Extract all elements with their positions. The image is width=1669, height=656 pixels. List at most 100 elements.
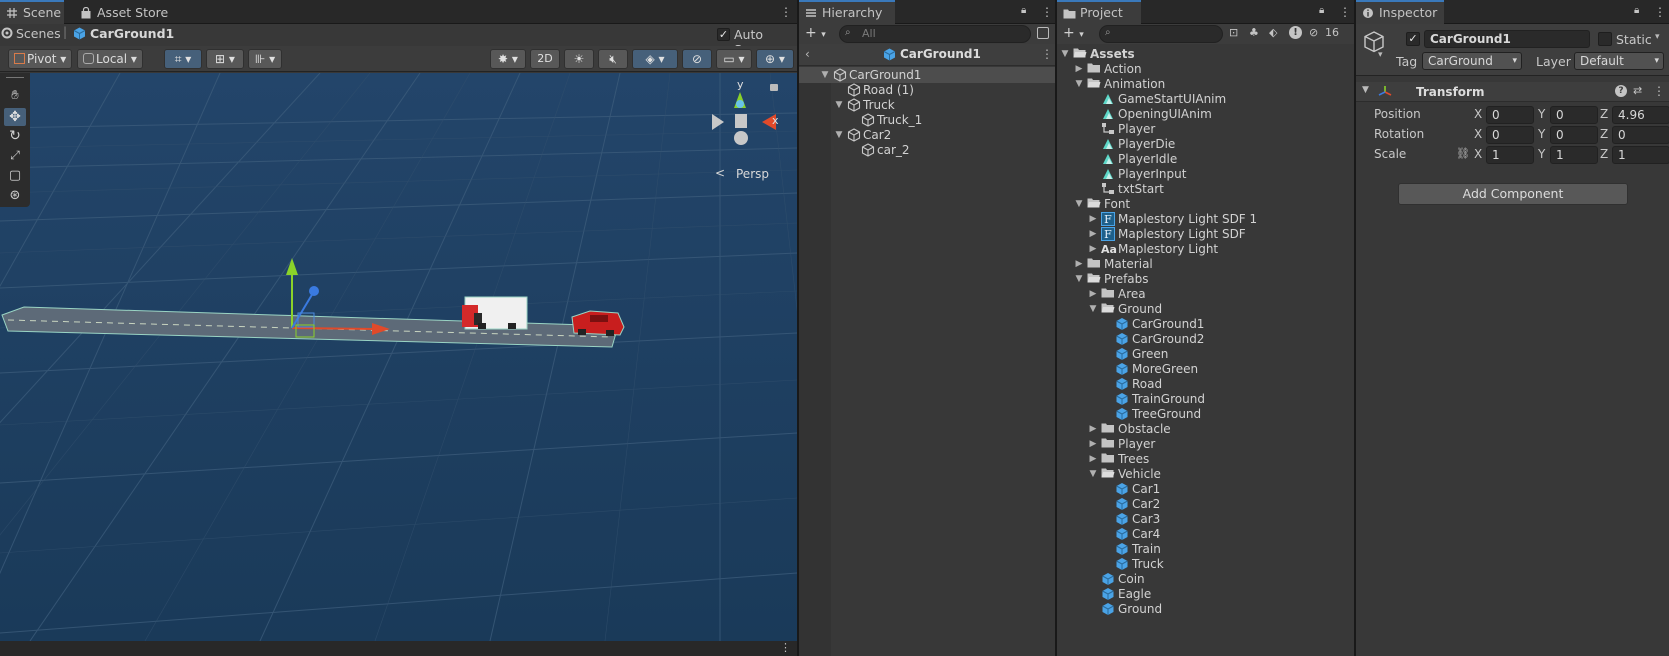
hierarchy-item[interactable]: car_2 bbox=[799, 142, 1055, 158]
breadcrumb-current[interactable]: CarGround1 bbox=[90, 26, 174, 41]
foldout-arrow-icon[interactable]: ▶ bbox=[1087, 241, 1099, 257]
rotation-x-field[interactable]: 0 bbox=[1486, 126, 1534, 144]
tab-inspector[interactable]: Inspector bbox=[1356, 0, 1444, 24]
hierarchy-lock-icon[interactable]: 🔒︎ bbox=[1021, 5, 1026, 16]
position-y-field[interactable]: 0 bbox=[1550, 106, 1598, 124]
tools-drag-handle[interactable] bbox=[6, 77, 24, 78]
tab-scene[interactable]: Scene bbox=[0, 0, 64, 24]
foldout-arrow-icon[interactable]: ▼ bbox=[833, 97, 845, 113]
project-item[interactable]: Ground bbox=[1057, 601, 1354, 617]
project-item[interactable]: txtStart bbox=[1057, 181, 1354, 197]
increment-snap-button[interactable]: ⊪ ▾ bbox=[248, 49, 282, 69]
project-item[interactable]: Car1 bbox=[1057, 481, 1354, 497]
foldout-arrow-icon[interactable]: ▶ bbox=[1073, 61, 1085, 77]
tab-asset-store[interactable]: Asset Store bbox=[74, 0, 178, 24]
hierarchy-item[interactable]: Road (1) bbox=[799, 82, 1055, 98]
project-item[interactable]: ▼ Prefabs bbox=[1057, 271, 1354, 287]
hierarchy-item[interactable]: Truck_1 bbox=[799, 112, 1055, 128]
transform-foldout-arrow-icon[interactable]: ▼ bbox=[1362, 85, 1369, 95]
foldout-arrow-icon[interactable]: ▼ bbox=[1073, 271, 1085, 287]
project-item[interactable]: Player bbox=[1057, 121, 1354, 137]
foldout-arrow-icon[interactable]: ▶ bbox=[1087, 451, 1099, 467]
foldout-arrow-icon[interactable]: ▼ bbox=[833, 127, 845, 143]
project-item[interactable]: Green bbox=[1057, 346, 1354, 362]
project-item[interactable]: Road bbox=[1057, 376, 1354, 392]
project-add-button[interactable]: + ▾ bbox=[1063, 25, 1084, 41]
object-name-field[interactable]: CarGround1 bbox=[1424, 30, 1590, 48]
move-tool-icon[interactable]: ✥ bbox=[4, 108, 26, 126]
project-item[interactable]: ▶ Material bbox=[1057, 256, 1354, 272]
project-item[interactable]: ▼ Vehicle bbox=[1057, 466, 1354, 482]
static-dropdown-chevron-icon[interactable]: ▾ bbox=[1655, 32, 1660, 42]
debug-draw-mode-button[interactable]: ✸ ▾ bbox=[490, 49, 526, 69]
hierarchy-item[interactable]: ▼ Truck bbox=[799, 97, 1055, 113]
grid-visibility-button[interactable]: ⊞ ▾ bbox=[206, 49, 244, 69]
add-component-button[interactable]: Add Component bbox=[1398, 183, 1628, 205]
mode-2d-button[interactable]: 2D bbox=[530, 49, 560, 69]
foldout-arrow-icon[interactable]: ▶ bbox=[1087, 436, 1099, 452]
rotation-y-field[interactable]: 0 bbox=[1550, 126, 1598, 144]
project-item[interactable]: ▶ F Maplestory Light SDF bbox=[1057, 226, 1354, 242]
position-x-field[interactable]: 0 bbox=[1486, 106, 1534, 124]
project-lock-icon[interactable]: 🔒︎ bbox=[1319, 5, 1324, 16]
scene-viewport[interactable]: ✋︎ ✥ ↻ ⤢ ▢ ⊛ y x Persp < bbox=[0, 73, 797, 641]
rect-tool-icon[interactable]: ▢ bbox=[4, 168, 26, 186]
scale-z-field[interactable]: 1 bbox=[1612, 146, 1669, 164]
foldout-arrow-icon[interactable]: ▼ bbox=[1059, 46, 1071, 62]
breadcrumb-root[interactable]: Scenes bbox=[16, 26, 61, 41]
scale-tool-icon[interactable]: ⤢ bbox=[4, 148, 26, 166]
project-item[interactable]: ▶ Aa Maplestory Light bbox=[1057, 241, 1354, 257]
project-item[interactable]: CarGround1 bbox=[1057, 316, 1354, 332]
local-dropdown[interactable]: Local ▾ bbox=[77, 49, 143, 69]
project-item[interactable]: ▼ Assets bbox=[1057, 46, 1354, 62]
gizmo-lock-icon[interactable] bbox=[770, 84, 778, 91]
bottom-menu-icon[interactable]: ⋮ bbox=[780, 641, 791, 654]
rotation-z-field[interactable]: 0 bbox=[1612, 126, 1669, 144]
project-item[interactable]: Eagle bbox=[1057, 586, 1354, 602]
static-checkbox[interactable] bbox=[1598, 32, 1612, 46]
hierarchy-item[interactable]: ▼ CarGround1 bbox=[799, 67, 1055, 83]
constrain-proportions-icon[interactable]: ⛓ bbox=[1456, 147, 1470, 160]
foldout-arrow-icon[interactable]: ▶ bbox=[1087, 226, 1099, 242]
project-item[interactable]: ▶ Area bbox=[1057, 286, 1354, 302]
hierarchy-scene-header[interactable]: ‹ CarGround1 ⋮ bbox=[799, 44, 1055, 66]
project-item[interactable]: ▼ Animation bbox=[1057, 76, 1354, 92]
pivot-dropdown[interactable]: Pivot ▾ bbox=[8, 49, 72, 69]
foldout-arrow-icon[interactable]: ▶ bbox=[1087, 211, 1099, 227]
autosave-checkbox[interactable]: ✓ bbox=[717, 28, 730, 41]
audio-mute-icon[interactable]: 🔇︎ bbox=[598, 49, 628, 69]
gizmos-button[interactable]: ⊕ ▾ bbox=[756, 49, 794, 69]
project-search-input[interactable] bbox=[1099, 25, 1223, 43]
project-menu-icon[interactable]: ⋮ bbox=[1339, 5, 1351, 19]
hand-tool-icon[interactable]: ✋︎ bbox=[4, 88, 26, 106]
hierarchy-add-button[interactable]: + ▾ bbox=[805, 25, 826, 41]
project-item[interactable]: TrainGround bbox=[1057, 391, 1354, 407]
camera-settings-button[interactable]: ▭ ▾ bbox=[716, 49, 752, 69]
scale-y-field[interactable]: 1 bbox=[1550, 146, 1598, 164]
project-item[interactable]: ▶ Action bbox=[1057, 61, 1354, 77]
foldout-arrow-icon[interactable]: ▼ bbox=[819, 67, 831, 83]
project-item[interactable]: PlayerDie bbox=[1057, 136, 1354, 152]
tab-hierarchy[interactable]: Hierarchy bbox=[799, 0, 895, 24]
foldout-arrow-icon[interactable]: ▼ bbox=[1087, 466, 1099, 482]
foldout-arrow-icon[interactable]: ▶ bbox=[1087, 286, 1099, 302]
project-item[interactable]: ▼ Font bbox=[1057, 196, 1354, 212]
project-item[interactable]: Car3 bbox=[1057, 511, 1354, 527]
presets-icon[interactable]: ⇄ bbox=[1633, 84, 1642, 97]
lighting-icon[interactable]: ☀ bbox=[564, 49, 594, 69]
search-by-type-icon[interactable]: ⊡ bbox=[1229, 26, 1238, 39]
search-by-label-icon[interactable]: ♣ bbox=[1249, 26, 1259, 39]
hierarchy-item[interactable]: ▼ Car2 bbox=[799, 127, 1055, 143]
foldout-arrow-icon[interactable]: ▶ bbox=[1087, 421, 1099, 437]
project-item[interactable]: Car4 bbox=[1057, 526, 1354, 542]
foldout-arrow-icon[interactable]: ▶ bbox=[1073, 256, 1085, 272]
project-item[interactable]: TreeGround bbox=[1057, 406, 1354, 422]
project-item[interactable]: PlayerInput bbox=[1057, 166, 1354, 182]
effects-button[interactable]: ◈ ▾ bbox=[632, 49, 678, 69]
project-item[interactable]: ▶ Obstacle bbox=[1057, 421, 1354, 437]
foldout-arrow-icon[interactable]: ▼ bbox=[1073, 76, 1085, 92]
icon-dropdown-chevron-icon[interactable]: ▾ bbox=[1378, 50, 1383, 60]
position-z-field[interactable]: 4.96 bbox=[1612, 106, 1669, 124]
transform-tool-icon[interactable]: ⊛ bbox=[4, 188, 26, 206]
active-checkbox[interactable]: ✓ bbox=[1406, 32, 1420, 46]
